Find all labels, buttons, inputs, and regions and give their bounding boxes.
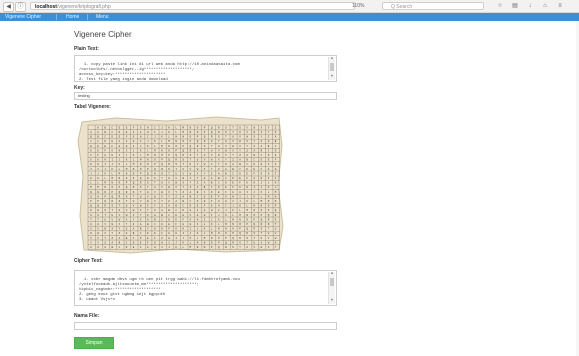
scroll-up-icon[interactable]: ▲ — [329, 272, 335, 277]
address-bar[interactable]: localhost/vigenere/kriptografi.php — [30, 2, 355, 10]
zoom-level[interactable]: 110% — [352, 2, 364, 10]
cipher-text-content: 1. vsbr magdm dbvs ugm rb uen pit trgg a… — [79, 278, 240, 302]
vigenere-table-image: A B C D E F G H I J K L M N O P Q R S T U V W X Y ZA A B C D E F G H I J K L M… — [77, 116, 284, 254]
textarea-scrollbar[interactable]: ▲ ▼ — [328, 272, 335, 304]
save-button[interactable]: Simpan — [74, 337, 114, 349]
browser-toolbar: ◀ ⓘ localhost/vigenere/kriptografi.php 1… — [0, 0, 579, 13]
vigenere-table-label: Tabel Vigenere: — [74, 104, 111, 110]
home-icon[interactable]: ⌂ — [541, 2, 549, 10]
back-arrow-icon[interactable]: ◀ — [3, 2, 14, 12]
plain-text-area[interactable]: 1. copy paste link ini di url web anda h… — [74, 55, 337, 82]
app-navbar: Vigenere Cipher Home Menu — [0, 13, 579, 21]
scroll-down-icon[interactable]: ▼ — [329, 299, 335, 304]
navbar-divider — [87, 14, 88, 20]
file-name-input[interactable] — [74, 322, 337, 330]
info-icon[interactable]: ⓘ — [15, 2, 26, 12]
cipher-text-label: Cipher Text: — [74, 258, 103, 264]
scroll-thumb[interactable] — [330, 63, 334, 71]
browser-search-input[interactable]: Q Search — [382, 2, 484, 10]
url-host: localhost — [35, 4, 57, 10]
file-name-label: Nama File: — [74, 313, 100, 319]
scroll-thumb[interactable] — [330, 278, 334, 286]
navbar-divider — [56, 14, 57, 20]
nav-item-menu[interactable]: Menu — [96, 13, 109, 21]
textarea-scrollbar[interactable]: ▲ ▼ — [328, 57, 335, 80]
scroll-down-icon[interactable]: ▼ — [329, 75, 335, 80]
library-icon[interactable]: ▤ — [511, 2, 519, 10]
scroll-up-icon[interactable]: ▲ — [329, 57, 335, 62]
menu-icon[interactable]: ≡ — [556, 2, 564, 10]
key-input[interactable]: testing — [74, 92, 337, 100]
cipher-text-area[interactable]: 1. vsbr magdm dbvs ugm rb uen pit trgg a… — [74, 270, 337, 306]
navbar-brand[interactable]: Vigenere Cipher — [5, 13, 41, 21]
key-label: Key: — [74, 85, 85, 91]
page-title: Vigenere Cipher — [74, 30, 132, 39]
download-icon[interactable]: ↓ — [526, 2, 534, 10]
star-icon[interactable]: ☆ — [496, 2, 504, 10]
plain-text-label: Plain Text: — [74, 46, 99, 52]
plain-text-content: 1. copy paste link ini di url web anda h… — [79, 63, 240, 82]
url-path: /vigenere/kriptografi.php — [56, 4, 111, 10]
nav-item-home[interactable]: Home — [66, 13, 79, 21]
